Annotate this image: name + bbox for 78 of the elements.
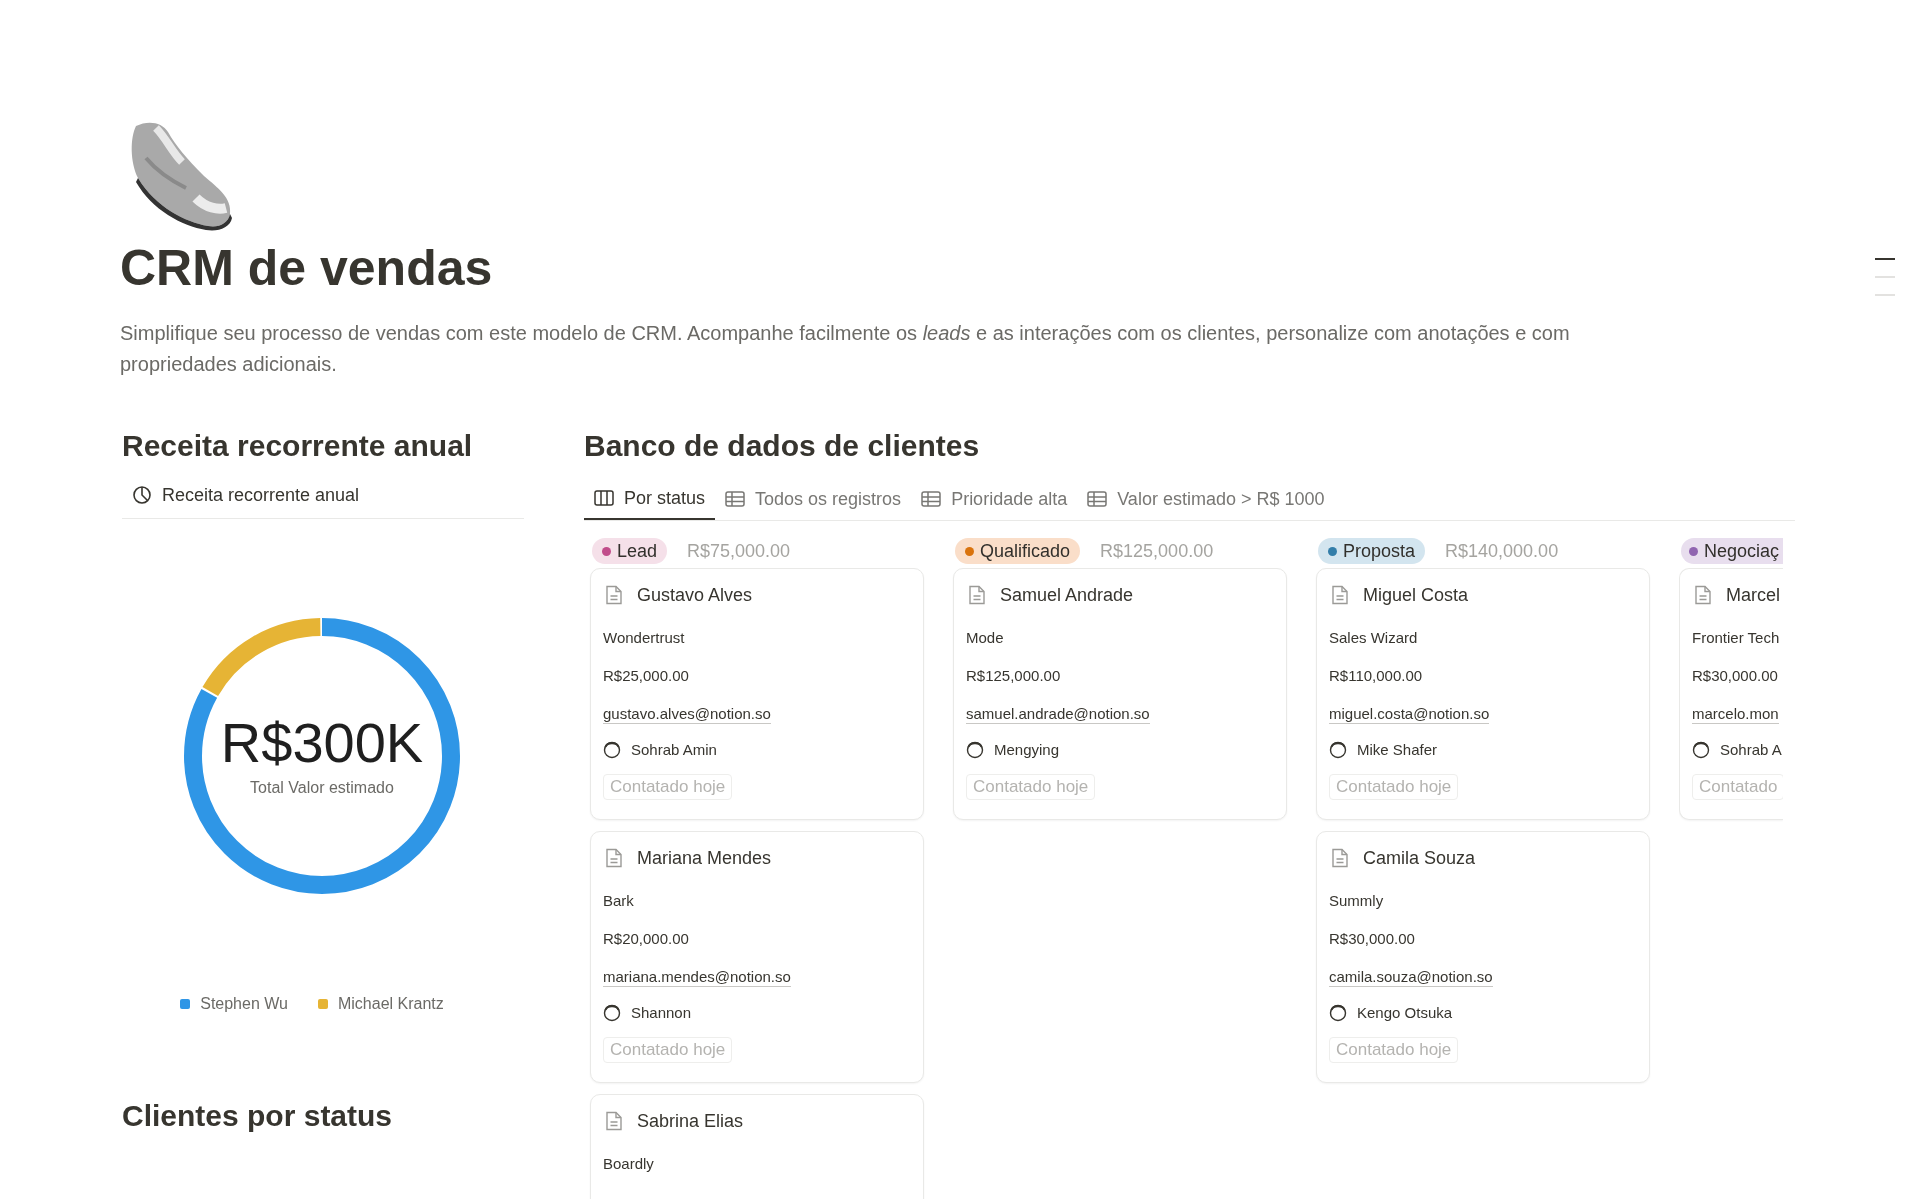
avatar-icon: [966, 740, 984, 760]
avatar-icon: [1329, 740, 1347, 760]
contact-tag: Contatado: [1692, 774, 1783, 800]
view-tab[interactable]: Receita recorrente anual: [122, 478, 370, 512]
status-tag: Proposta: [1318, 538, 1426, 564]
view-tab[interactable]: Valor estimado > R$ 1000: [1077, 478, 1335, 520]
contact-tag: Contatado hoje: [603, 774, 733, 800]
avatar-icon: [1329, 1003, 1347, 1023]
pie-chart-icon: [132, 485, 152, 505]
section-heading: Banco de dados de clientes: [584, 428, 980, 464]
board-view-icon: [594, 489, 614, 507]
total-label: Total Valor estimado: [250, 778, 394, 798]
email-link[interactable]: camila.souza@notion.so: [1329, 967, 1493, 987]
avatar-icon: [1692, 740, 1710, 760]
company-name: Wondertrust: [603, 627, 685, 648]
view-tab[interactable]: Todos os registros: [715, 478, 912, 520]
email-link[interactable]: marcelo.mon: [1692, 704, 1779, 724]
legend-label: Michael Krantz: [337, 994, 444, 1014]
page-outline-icon[interactable]: [1875, 258, 1895, 296]
table-view-icon: [1087, 490, 1108, 508]
document-icon: [605, 1111, 623, 1131]
estimated-value: R$20,000.00: [603, 928, 689, 949]
total-value: R$300K: [220, 712, 424, 774]
page-description: Simplifique seu processo de vendas com este modelo de CRM. Acompanhe facilmente os leads e as interações com os clientes, personalize com anotações e com propriedades adicionais.: [120, 321, 1571, 377]
email-link[interactable]: mariana.mendes@notion.so: [603, 967, 791, 987]
owner-name: Shannon: [631, 1002, 692, 1023]
owner-name: Sohrab A: [1720, 739, 1782, 760]
status-tag: Negociaç: [1681, 538, 1783, 564]
document-icon: [1331, 585, 1349, 605]
email-link[interactable]: gustavo.alves@notion.so: [603, 704, 771, 724]
company-name: Boardly: [603, 1153, 654, 1174]
estimated-value: R$30,000.00: [1692, 665, 1778, 686]
card-title[interactable]: Sabrina Elias: [637, 1107, 744, 1135]
contact-tag: Contatado hoje: [1329, 774, 1459, 800]
owner-name: Sohrab Amin: [631, 739, 717, 760]
table-view-icon: [725, 490, 746, 508]
card-title[interactable]: Gustavo Alves: [637, 581, 753, 609]
document-icon: [968, 585, 986, 605]
card-title[interactable]: Samuel Andrade: [1000, 581, 1134, 609]
owner-name: Mike Shafer: [1357, 739, 1438, 760]
card-title[interactable]: Mariana Mendes: [637, 844, 772, 872]
column-total: R$125,000.00: [1100, 539, 1214, 563]
table-view-icon: [921, 490, 942, 508]
company-name: Frontier Tech: [1692, 627, 1780, 648]
section-heading: Clientes por status: [122, 1098, 393, 1134]
company-name: Sales Wizard: [1329, 627, 1418, 648]
document-icon: [605, 585, 623, 605]
status-tag: Qualificado: [955, 538, 1081, 564]
estimated-value: R$110,000.00: [1329, 665, 1423, 686]
company-name: Bark: [603, 890, 634, 911]
card-title[interactable]: Marcel: [1726, 581, 1780, 609]
avatar-icon: [603, 740, 621, 760]
card-title[interactable]: Camila Souza: [1363, 844, 1476, 872]
email-link[interactable]: samuel.andrade@notion.so: [966, 704, 1150, 724]
status-tag: Lead: [592, 538, 668, 564]
view-tab[interactable]: Por status: [584, 478, 716, 520]
legend-label: Stephen Wu: [200, 994, 288, 1014]
page-title: CRM de vendas: [120, 239, 493, 298]
card-title[interactable]: Miguel Costa: [1363, 581, 1469, 609]
owner-name: Kengo Otsuka: [1357, 1002, 1453, 1023]
company-name: Summly: [1329, 890, 1384, 911]
contact-tag: Contatado hoje: [966, 774, 1096, 800]
document-icon: [1694, 585, 1712, 605]
email-link[interactable]: miguel.costa@notion.so: [1329, 704, 1490, 724]
estimated-value: R$25,000.00: [603, 665, 689, 686]
owner-name: Mengying: [994, 739, 1060, 760]
view-tab[interactable]: Prioridade alta: [911, 478, 1078, 520]
document-icon: [1331, 848, 1349, 868]
estimated-value: R$125,000.00: [966, 665, 1061, 686]
column-total: R$75,000.00: [687, 539, 791, 563]
column-total: R$140,000.00: [1445, 539, 1559, 563]
company-name: Mode: [966, 627, 1004, 648]
document-icon: [605, 848, 623, 868]
contact-tag: Contatado hoje: [1329, 1037, 1459, 1063]
estimated-value: R$30,000.00: [1329, 928, 1415, 949]
contact-tag: Contatado hoje: [603, 1037, 733, 1063]
section-heading: Receita recorrente anual: [122, 428, 473, 464]
avatar-icon: [603, 1003, 621, 1023]
